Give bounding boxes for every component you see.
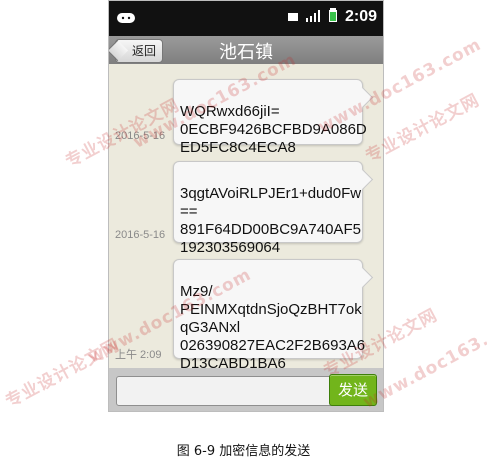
conversation-title: 池石镇 xyxy=(219,42,273,63)
message-input[interactable] xyxy=(116,376,336,406)
signal-icon xyxy=(305,8,321,27)
watermark: 专业设计论文网 xyxy=(2,335,123,413)
android-icon xyxy=(115,11,137,25)
message-bubble: 3qgtAVoiRLPJEr1+dud0Fw == 891F64DD00BC9A… xyxy=(173,161,363,256)
message-text: 3qgtAVoiRLPJEr1+dud0Fw == 891F64DD00BC9A… xyxy=(180,185,362,256)
battery-icon xyxy=(327,7,339,27)
network-icon xyxy=(287,8,299,27)
message-date: 2016-5-16 xyxy=(115,229,166,241)
status-icons: 2:09 xyxy=(287,7,377,27)
status-time: 2:09 xyxy=(344,8,377,25)
conversation-header: 返回 池石镇 xyxy=(109,36,383,64)
figure-caption: 图 6-9 加密信息的发送 xyxy=(176,444,311,459)
status-bar: 2:09 xyxy=(109,1,383,36)
